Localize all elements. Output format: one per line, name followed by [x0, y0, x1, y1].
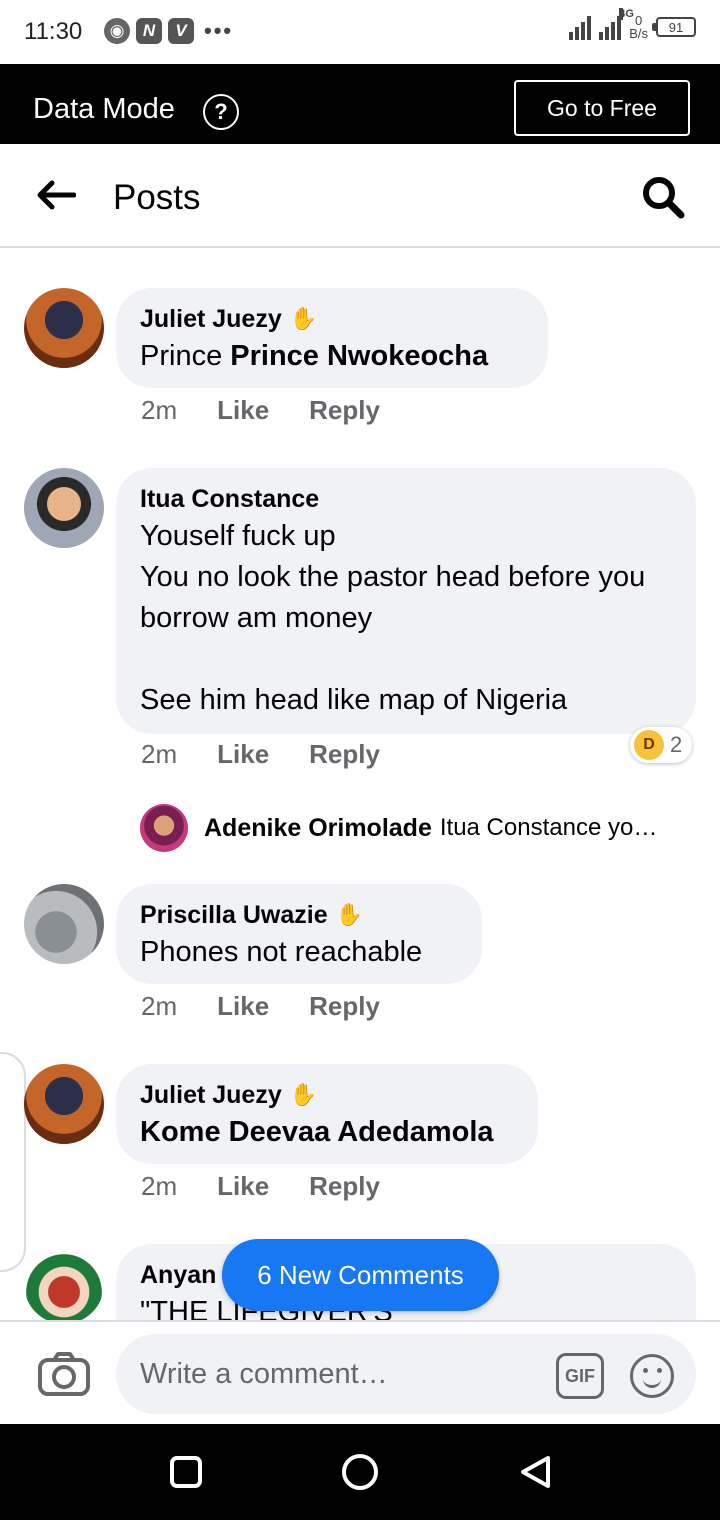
reply-button[interactable]: Reply — [309, 1171, 380, 1202]
wave-icon: ✋ — [335, 902, 364, 927]
avatar[interactable] — [24, 468, 104, 548]
reply-author: Adenike Orimolade — [204, 813, 432, 842]
reply-button[interactable]: Reply — [309, 395, 380, 426]
battery-icon: 91 — [652, 17, 696, 37]
reaction-badge[interactable]: D 2 — [630, 727, 692, 763]
comment-text: Youself fuck up You no look the pastor h… — [140, 520, 646, 716]
status-bar: 11:30 ◉ N V ••• 4G 0 B/s 91 — [0, 0, 720, 64]
wave-icon: ✋ — [289, 306, 318, 331]
comment-author[interactable]: Priscilla Uwazie — [140, 898, 328, 932]
status-right: 4G 0 B/s 91 — [569, 8, 696, 40]
comment-text: Prince Prince Nwokeocha — [140, 340, 489, 372]
home-icon[interactable] — [342, 1454, 378, 1490]
comment-bubble[interactable]: Priscilla Uwazie ✋ Phones not reachable — [116, 884, 482, 984]
avatar — [140, 804, 188, 852]
reply-preview[interactable]: Adenike Orimolade Itua Constance yo… — [140, 804, 657, 852]
like-button[interactable]: Like — [217, 1171, 269, 1202]
like-button[interactable]: Like — [217, 395, 269, 426]
comment-time: 2m — [141, 739, 178, 769]
comment-author[interactable]: Itua Constance — [140, 482, 319, 516]
signal-icon — [569, 14, 592, 40]
signal-4g-icon: 4G — [599, 8, 634, 40]
comment-composer: Write a comment… GIF — [0, 1320, 720, 1424]
reply-button[interactable]: Reply — [309, 991, 380, 1022]
comment-input[interactable]: Write a comment… — [116, 1334, 696, 1414]
avatar[interactable] — [24, 1064, 104, 1144]
more-notifications-icon: ••• — [204, 18, 234, 43]
comment-bubble[interactable]: Juliet Juezy ✋ Kome Deevaa Adedamola — [116, 1064, 538, 1164]
side-panel-handle[interactable] — [0, 1052, 26, 1272]
reply-snippet: Itua Constance yo… — [439, 814, 658, 841]
n-app-icon: N — [136, 18, 162, 44]
avatar[interactable] — [24, 884, 104, 964]
notification-icons: ◉ N V ••• — [104, 18, 233, 44]
wave-icon: ✋ — [289, 1082, 318, 1107]
go-to-free-button[interactable]: Go to Free — [514, 80, 690, 136]
comment-time: 2m — [141, 395, 178, 425]
comment-actions: 2m Like Reply — [141, 991, 380, 1022]
emoji-icon[interactable] — [630, 1354, 674, 1398]
data-mode-bar: Data Mode Go to Free — [0, 64, 720, 144]
back-icon[interactable] — [518, 1454, 552, 1490]
status-time: 11:30 — [24, 18, 83, 45]
comment-actions: 2m Like Reply — [141, 395, 380, 426]
avatar[interactable] — [24, 288, 104, 368]
comment-bubble[interactable]: Itua Constance Youself fuck up You no lo… — [116, 468, 696, 734]
page-title: Posts — [113, 178, 201, 217]
system-nav-bar — [0, 1424, 720, 1520]
comment-bubble[interactable]: Juliet Juezy ✋ Prince Prince Nwokeocha — [116, 288, 548, 388]
like-button[interactable]: Like — [217, 739, 269, 770]
gif-icon[interactable]: GIF — [556, 1353, 604, 1399]
comment-actions: 2m Like Reply — [141, 739, 380, 770]
reaction-count: 2 — [670, 732, 683, 757]
v-app-icon: V — [168, 18, 194, 44]
comment-time: 2m — [141, 991, 178, 1021]
help-icon[interactable]: ? — [203, 94, 239, 130]
data-mode-title: Data Mode — [33, 93, 175, 125]
chrome-icon: ◉ — [104, 18, 130, 44]
mention-link[interactable]: Kome Deevaa Adedamola — [140, 1116, 494, 1148]
comment-author[interactable]: Anyan — [140, 1258, 216, 1292]
comment-time: 2m — [141, 1171, 178, 1201]
reply-button[interactable]: Reply — [309, 739, 380, 770]
mention-link[interactable]: Prince Nwokeocha — [230, 340, 488, 372]
back-arrow-icon[interactable] — [36, 180, 76, 210]
like-button[interactable]: Like — [217, 991, 269, 1022]
recents-icon[interactable] — [170, 1456, 202, 1488]
comment-author[interactable]: Juliet Juezy — [140, 1078, 282, 1112]
comment-author[interactable]: Juliet Juezy — [140, 302, 282, 336]
comment-text: Kome Deevaa Adedamola — [140, 1112, 514, 1153]
camera-icon[interactable] — [36, 1350, 92, 1398]
search-icon[interactable] — [640, 174, 686, 220]
haha-reaction-icon: D — [634, 730, 664, 760]
new-comments-button[interactable]: 6 New Comments — [222, 1239, 499, 1311]
comment-actions: 2m Like Reply — [141, 1171, 380, 1202]
comment-text: Phones not reachable — [140, 936, 423, 968]
page-header: Posts — [0, 144, 720, 248]
avatar[interactable] — [24, 1244, 104, 1324]
